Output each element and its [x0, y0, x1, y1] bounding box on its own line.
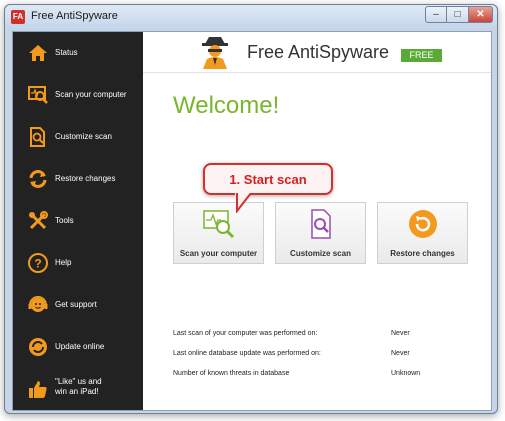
- home-icon: [29, 45, 47, 61]
- restore-changes-button[interactable]: Restore changes: [377, 202, 468, 264]
- client-area: Status Scan your computer Customize scan: [12, 31, 492, 411]
- header: Free AntiSpyware FREE: [143, 32, 491, 73]
- start-scan-callout: 1. Start scan: [203, 163, 333, 195]
- sidebar-item-help[interactable]: ? Help: [13, 244, 143, 284]
- app-name: Free AntiSpyware: [247, 42, 390, 62]
- sidebar-item-label: Status: [55, 48, 78, 57]
- scan-computer-icon: [28, 86, 48, 104]
- info-label: Last online database update was performe…: [173, 350, 321, 357]
- app-window: FA Free AntiSpyware – □ ✕ Status Scan yo…: [4, 4, 498, 414]
- sidebar-item-status[interactable]: Status: [13, 34, 143, 74]
- sidebar-item-label: "Like" us and win an iPad!: [55, 377, 102, 396]
- scan-computer-icon: [203, 210, 235, 239]
- spy-agent-icon: [202, 37, 228, 69]
- title-bar[interactable]: FA Free AntiSpyware – □ ✕: [5, 5, 497, 29]
- sidebar-item-label: Help: [55, 258, 72, 267]
- main-panel: Free AntiSpyware FREE Welcome! Scan your…: [143, 32, 491, 410]
- scan-computer-label: Scan your computer: [179, 249, 258, 258]
- restore-icon: [409, 210, 437, 238]
- sidebar-item-label: Restore changes: [55, 174, 116, 183]
- info-label: Number of known threats in database: [173, 370, 290, 377]
- sidebar-item-restore-changes[interactable]: Restore changes: [13, 160, 143, 200]
- sidebar-item-label: Customize scan: [55, 132, 112, 141]
- like-icon: [29, 381, 47, 398]
- sidebar-item-label: Tools: [55, 216, 74, 225]
- restore-changes-label: Restore changes: [390, 249, 455, 258]
- window-title: Free AntiSpyware: [31, 10, 118, 22]
- customize-scan-label: Customize scan: [290, 249, 351, 258]
- update-icon: [29, 338, 47, 356]
- support-icon: [28, 296, 48, 312]
- sidebar-item-get-support[interactable]: Get support: [13, 286, 143, 326]
- sidebar-item-like-us[interactable]: "Like" us and win an iPad!: [13, 370, 143, 410]
- minimize-button[interactable]: –: [425, 6, 447, 23]
- customize-scan-button[interactable]: Customize scan: [275, 202, 366, 264]
- help-icon: ?: [28, 253, 48, 273]
- info-value: Never: [391, 350, 410, 357]
- sidebar-item-label: Update online: [55, 342, 105, 351]
- customize-scan-icon: [311, 209, 331, 239]
- restore-icon: [29, 170, 47, 188]
- sidebar-item-tools[interactable]: Tools: [13, 202, 143, 242]
- app-icon: FA: [11, 10, 25, 24]
- info-value: Never: [391, 330, 410, 337]
- info-value: Unknown: [391, 370, 421, 377]
- info-label: Last scan of your computer was performed…: [173, 330, 318, 337]
- svg-text:?: ?: [34, 257, 41, 271]
- sidebar-item-update-online[interactable]: Update online: [13, 328, 143, 368]
- callout-pointer: [235, 193, 252, 213]
- close-button[interactable]: ✕: [469, 6, 493, 23]
- maximize-button[interactable]: □: [447, 6, 469, 23]
- customize-scan-icon: [30, 127, 45, 147]
- callout-text: 1. Start scan: [229, 172, 307, 187]
- sidebar: Status Scan your computer Customize scan: [13, 32, 143, 410]
- tools-icon: [29, 211, 48, 230]
- sidebar-item-label: Scan your computer: [55, 90, 127, 99]
- sidebar-item-scan-your-computer[interactable]: Scan your computer: [13, 76, 143, 116]
- free-badge: FREE: [401, 49, 442, 62]
- sidebar-item-customize-scan[interactable]: Customize scan: [13, 118, 143, 158]
- sidebar-item-label: Get support: [55, 300, 97, 309]
- welcome-heading: Welcome!: [173, 92, 280, 119]
